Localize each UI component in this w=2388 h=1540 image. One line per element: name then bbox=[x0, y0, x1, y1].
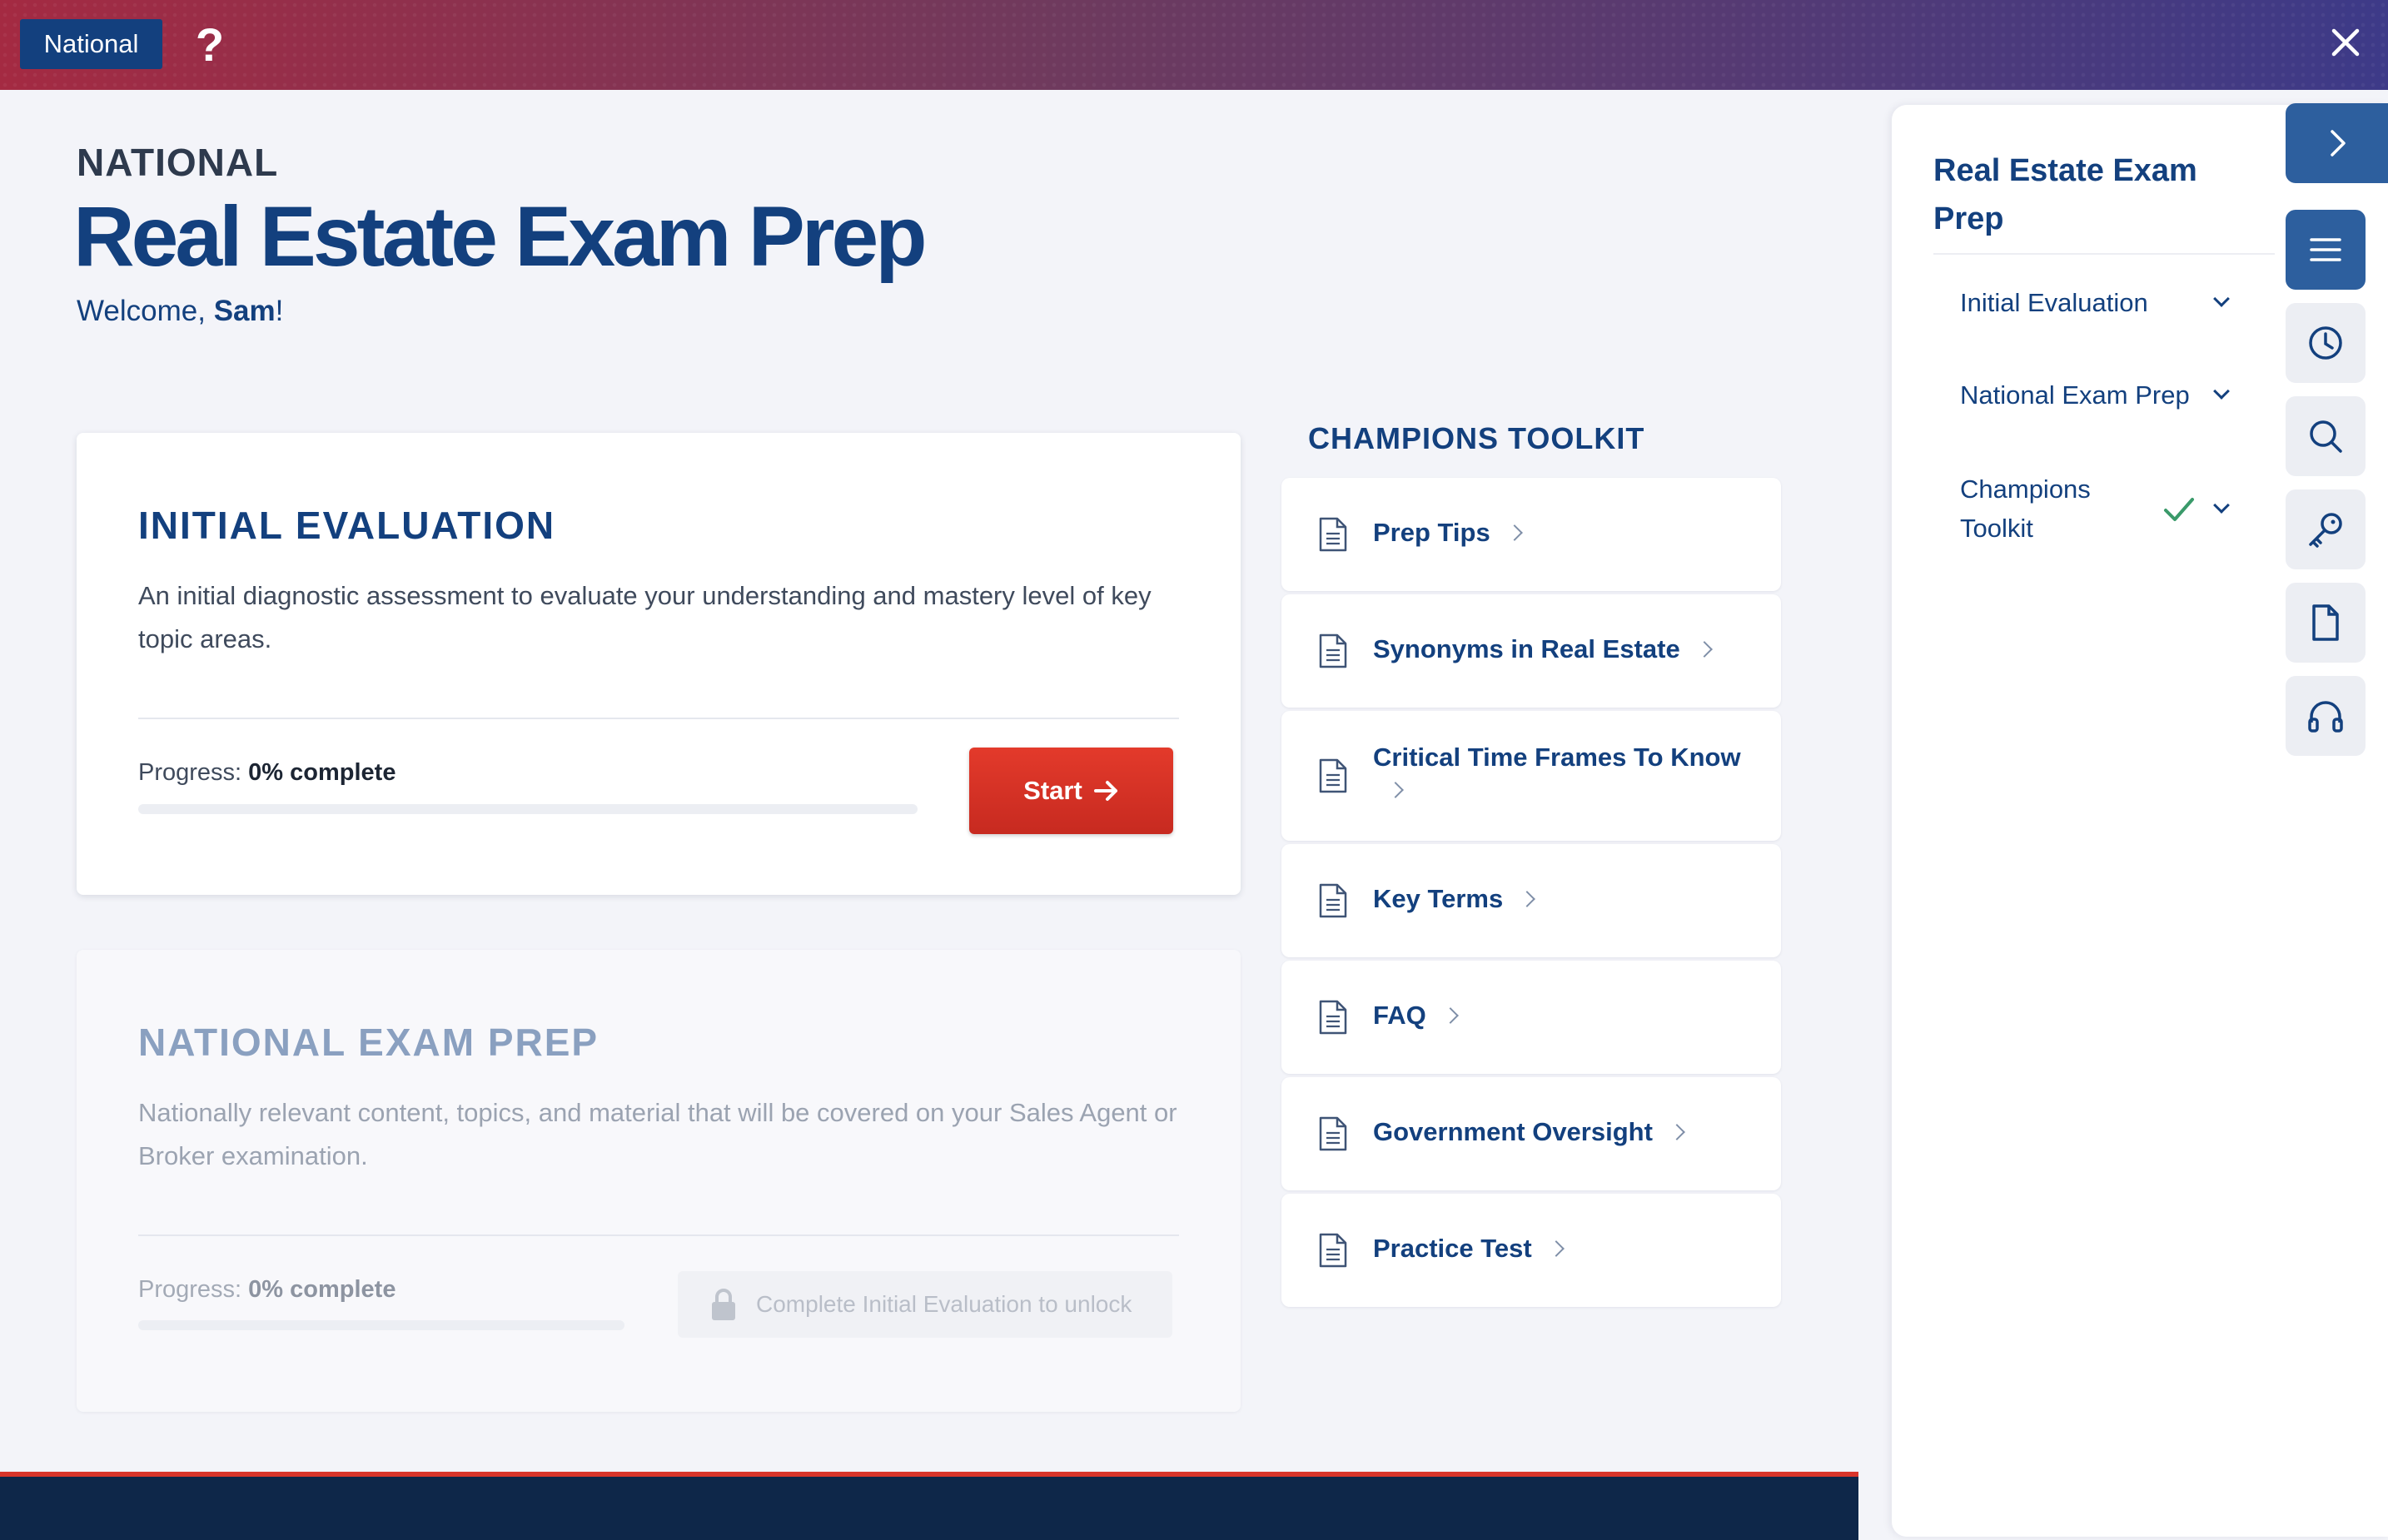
progress-bar bbox=[138, 804, 918, 814]
key-button[interactable] bbox=[2286, 489, 2366, 569]
chevron-right-icon bbox=[1441, 1007, 1459, 1024]
chevron-right-icon bbox=[1505, 524, 1523, 541]
chevron-right-icon bbox=[2330, 130, 2346, 156]
search-icon bbox=[2310, 420, 2342, 453]
locked-button: Complete Initial Evaluation to unlock bbox=[678, 1271, 1172, 1338]
toolkit-item-synonyms[interactable]: Synonyms in Real Estate bbox=[1281, 594, 1781, 708]
toolkit-item-prep-tips[interactable]: Prep Tips bbox=[1281, 478, 1781, 591]
arrow-right-icon bbox=[1093, 781, 1117, 801]
chevron-down-icon[interactable] bbox=[2213, 291, 2230, 307]
chevron-right-icon bbox=[1387, 782, 1404, 798]
chevron-down-icon[interactable] bbox=[2213, 383, 2230, 400]
toolkit-item-label: Critical Time Frames To Know bbox=[1373, 743, 1741, 772]
document-icon bbox=[1319, 633, 1347, 668]
document-button[interactable] bbox=[2286, 583, 2366, 663]
page-title: Real Estate Exam Prep bbox=[73, 189, 928, 284]
national-exam-prep-card: NATIONAL EXAM PREP Nationally relevant c… bbox=[77, 950, 1241, 1412]
user-name: Sam bbox=[213, 295, 276, 327]
card-title: INITIAL EVALUATION bbox=[138, 504, 556, 547]
toolkit-item-practice-test[interactable]: Practice Test bbox=[1281, 1194, 1781, 1307]
clock-icon bbox=[2309, 326, 2342, 360]
document-icon bbox=[2312, 604, 2339, 641]
sidebar-item-national-exam-prep[interactable]: National Exam Prep bbox=[1960, 375, 2190, 415]
document-icon bbox=[1319, 1116, 1347, 1151]
sidebar-item-champions-toolkit[interactable]: Champions Toolkit bbox=[1960, 469, 2127, 548]
support-button[interactable] bbox=[2286, 676, 2366, 756]
chevron-right-icon bbox=[1547, 1240, 1565, 1257]
start-button[interactable]: Start bbox=[969, 748, 1173, 834]
headphones-icon bbox=[2308, 701, 2343, 733]
footer bbox=[0, 1477, 1858, 1540]
card-description: An initial diagnostic assessment to eval… bbox=[138, 581, 1152, 653]
document-icon bbox=[1319, 1000, 1347, 1035]
progress-bar bbox=[138, 1320, 624, 1330]
progress-label: Progress: 0% complete bbox=[138, 759, 396, 786]
toolkit-item-key-terms[interactable]: Key Terms bbox=[1281, 844, 1781, 957]
toolkit-item-government-oversight[interactable]: Government Oversight bbox=[1281, 1077, 1781, 1190]
toolkit-item-critical-time-frames[interactable]: Critical Time Frames To Know bbox=[1281, 711, 1781, 841]
sidebar-item-initial-evaluation[interactable]: Initial Evaluation bbox=[1960, 283, 2148, 322]
document-icon bbox=[1319, 883, 1347, 918]
lock-icon bbox=[712, 1289, 735, 1320]
toolkit-item-label: Prep Tips bbox=[1373, 518, 1490, 547]
menu-button[interactable] bbox=[2286, 210, 2366, 290]
check-icon bbox=[2164, 498, 2194, 521]
top-bar: National ? bbox=[0, 0, 2388, 90]
chevron-right-icon bbox=[1695, 641, 1713, 658]
chevron-right-icon bbox=[1519, 891, 1536, 907]
toolkit-item-label: Government Oversight bbox=[1373, 1117, 1653, 1146]
toolkit-item-label: Synonyms in Real Estate bbox=[1373, 634, 1680, 663]
chevron-right-icon bbox=[1669, 1124, 1685, 1140]
divider bbox=[138, 718, 1179, 719]
initial-evaluation-card: INITIAL EVALUATION An initial diagnostic… bbox=[77, 433, 1241, 895]
toolkit-item-label: Key Terms bbox=[1373, 884, 1504, 913]
divider bbox=[1933, 253, 2275, 255]
card-description: Nationally relevant content, topics, and… bbox=[138, 1098, 1177, 1170]
menu-icon bbox=[2310, 238, 2341, 261]
document-icon bbox=[1319, 1233, 1347, 1268]
page-eyebrow: NATIONAL bbox=[77, 141, 279, 184]
chevron-down-icon[interactable] bbox=[2213, 497, 2230, 514]
document-icon bbox=[1319, 517, 1347, 552]
toolkit-heading: CHAMPIONS TOOLKIT bbox=[1308, 421, 1645, 455]
progress-label: Progress: 0% complete bbox=[138, 1276, 396, 1303]
toolkit-item-faq[interactable]: FAQ bbox=[1281, 961, 1781, 1074]
side-panel-title: Real Estate Exam Prep bbox=[1933, 153, 2197, 236]
document-icon bbox=[1319, 758, 1347, 793]
toolkit-item-label: FAQ bbox=[1373, 1001, 1426, 1030]
region-badge[interactable]: National bbox=[20, 19, 162, 69]
toolkit-item-label: Practice Test bbox=[1373, 1234, 1532, 1263]
key-icon bbox=[2309, 513, 2342, 548]
card-title: NATIONAL EXAM PREP bbox=[138, 1021, 599, 1064]
welcome-message: Welcome, Sam! bbox=[77, 295, 284, 327]
search-button[interactable] bbox=[2286, 396, 2366, 476]
help-icon[interactable]: ? bbox=[195, 15, 225, 73]
close-icon[interactable] bbox=[2329, 26, 2362, 59]
divider bbox=[138, 1234, 1179, 1236]
collapse-panel-button[interactable] bbox=[2286, 103, 2388, 183]
history-button[interactable] bbox=[2286, 303, 2366, 383]
